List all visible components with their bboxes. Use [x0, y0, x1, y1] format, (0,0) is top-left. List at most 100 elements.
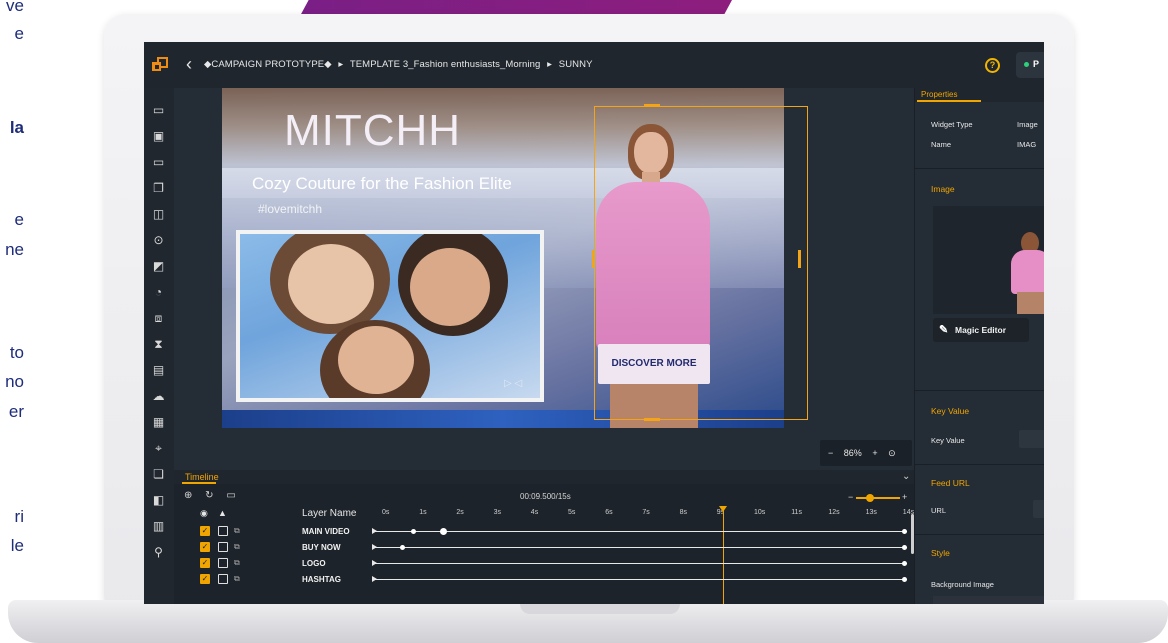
timeline-layer-row[interactable]: ✓ ⧉ BUY NOW: [174, 540, 914, 555]
magic-editor-button[interactable]: ✎ Magic Editor: [933, 318, 1029, 342]
refresh-icon[interactable]: ↻: [205, 490, 213, 501]
video-controls-icon[interactable]: ▷ ◁: [504, 378, 522, 389]
url-input[interactable]: [1033, 500, 1044, 518]
image-section-title: Image: [931, 184, 955, 194]
button-widget-icon[interactable]: ▭: [152, 156, 165, 169]
lock-checkbox[interactable]: [218, 558, 228, 568]
tab-properties[interactable]: Properties: [921, 90, 957, 99]
playhead-handle[interactable]: [718, 506, 727, 512]
visibility-eye-icon[interactable]: ◉: [200, 508, 208, 519]
breadcrumb-variant[interactable]: SUNNY: [559, 59, 593, 70]
layer-name: HASHTAG: [302, 575, 341, 584]
layer-track[interactable]: [372, 579, 907, 580]
zoom-out-button[interactable]: −: [828, 448, 833, 458]
slider-knob[interactable]: [866, 494, 874, 502]
zoom-in-button[interactable]: +: [872, 448, 877, 458]
shape-widget-icon[interactable]: ◩: [152, 260, 165, 273]
brand-logo[interactable]: MITCHH: [284, 106, 461, 156]
timeline-header: ◉ ▲ Layer Name 0s 1s 2s 3s 4s 5s 6s 7s 8s 9s 10s 11…: [174, 508, 914, 522]
keyframe[interactable]: [400, 544, 406, 550]
visibility-checkbox[interactable]: ✓: [200, 574, 210, 584]
layers-widget-icon[interactable]: ❏: [152, 468, 165, 481]
gauge-widget-icon[interactable]: ◔: [152, 286, 165, 299]
visibility-checkbox[interactable]: ✓: [200, 526, 210, 536]
creative-tagline[interactable]: Cozy Couture for the Fashion Elite: [252, 174, 512, 194]
friends-photo: [240, 234, 540, 398]
weather-widget-icon[interactable]: ☁: [152, 390, 165, 403]
hotspot-widget-icon[interactable]: ⊙: [152, 234, 165, 247]
timeline-layer-row[interactable]: ✓ ⧉ LOGO: [174, 556, 914, 571]
keyframe[interactable]: [411, 528, 417, 534]
status-dot-icon: [1024, 62, 1029, 68]
code-widget-icon[interactable]: ⧈: [152, 312, 165, 325]
magic-editor-label: Magic Editor: [955, 325, 1007, 335]
keyframe[interactable]: [440, 527, 448, 535]
side-text-line: to: [9, 343, 24, 362]
add-keyframe-icon[interactable]: ⊕: [184, 490, 192, 501]
layer-track[interactable]: [372, 531, 907, 532]
app-screen: ‹ ◆CAMPAIGN PROTOTYPE◆ ▸ TEMPLATE 3_Fash…: [144, 42, 1044, 604]
visibility-checkbox[interactable]: ✓: [200, 558, 210, 568]
breadcrumb-campaign[interactable]: ◆CAMPAIGN PROTOTYPE◆: [204, 59, 332, 70]
visibility-checkbox[interactable]: ✓: [200, 542, 210, 552]
keyframe[interactable]: [902, 528, 908, 534]
lock-checkbox[interactable]: [218, 542, 228, 552]
lock-checkbox[interactable]: [218, 574, 228, 584]
side-text-line: ve: [6, 0, 24, 15]
calendar-widget-icon[interactable]: ▤: [152, 364, 165, 377]
lock-checkbox[interactable]: [218, 526, 228, 536]
publish-button[interactable]: P: [1016, 52, 1044, 78]
help-icon[interactable]: ?: [985, 58, 1000, 73]
slider-widget-icon[interactable]: ⚲: [152, 546, 165, 559]
back-chevron-icon[interactable]: ‹: [186, 54, 192, 75]
folder-icon[interactable]: ▭: [226, 490, 235, 501]
media-widget-icon[interactable]: ▥: [152, 520, 165, 533]
layer-track[interactable]: [372, 563, 907, 564]
keyframe[interactable]: [902, 560, 908, 566]
video-widget-icon[interactable]: ▭: [152, 104, 165, 117]
location-widget-icon[interactable]: ⌖: [152, 442, 165, 455]
properties-panel: Properties Widget Type Image Name IMAG I…: [914, 88, 1044, 604]
name-value[interactable]: IMAG: [1017, 140, 1036, 149]
zoom-reset-button[interactable]: ⊙: [888, 448, 896, 458]
layer-track[interactable]: [372, 547, 907, 548]
panel-widget-icon[interactable]: ◫: [152, 208, 165, 221]
timeline-layer-row[interactable]: ✓ ⧉ HASHTAG: [174, 572, 914, 587]
breadcrumb-separator-icon: ▸: [547, 59, 553, 70]
face: [338, 326, 414, 394]
main-video-frame[interactable]: ▷ ◁: [236, 230, 544, 402]
timeline-panel: Timeline ⌄ ⊕ ↻ ▭ 00:09.500/15s − + ◉ ▲ L…: [174, 470, 914, 604]
selection-box[interactable]: [594, 106, 808, 420]
keyframe[interactable]: [902, 544, 908, 550]
image-preview[interactable]: [933, 206, 1044, 314]
side-text-line: ri: [14, 507, 24, 526]
link-icon[interactable]: ⧉: [234, 526, 240, 536]
qr-code-widget-icon[interactable]: ▦: [152, 416, 165, 429]
creative-hashtag[interactable]: #lovemitchh: [258, 202, 322, 216]
lock-icon[interactable]: ▲: [218, 508, 227, 518]
resize-handle-right[interactable]: [798, 250, 801, 268]
link-icon[interactable]: ⧉: [234, 574, 240, 584]
link-icon[interactable]: ⧉: [234, 558, 240, 568]
breadcrumb-separator-icon: ▸: [338, 59, 344, 70]
image-widget-icon[interactable]: ▣: [152, 130, 165, 143]
resize-handle-bottom[interactable]: [644, 418, 660, 421]
background-image-dropzone[interactable]: [933, 596, 1044, 604]
collapse-chevron-icon[interactable]: ⌄: [902, 471, 910, 482]
time-tick-label: 13s: [865, 509, 877, 516]
tab-timeline[interactable]: Timeline: [185, 472, 219, 482]
breadcrumb-template[interactable]: TEMPLATE 3_Fashion enthusiasts_Morning: [350, 59, 541, 70]
timeline-zoom-out-icon[interactable]: −: [848, 492, 853, 502]
key-value-label: Key Value: [931, 436, 965, 445]
split-widget-icon[interactable]: ◧: [152, 494, 165, 507]
resize-handle-left[interactable]: [592, 250, 595, 268]
key-value-input[interactable]: [1019, 430, 1044, 448]
time-tick-label: 5s: [568, 509, 576, 516]
link-icon[interactable]: ⧉: [234, 542, 240, 552]
timeline-zoom-in-icon[interactable]: +: [902, 492, 907, 502]
timer-widget-icon[interactable]: ⧗: [152, 338, 165, 351]
timeline-layer-row[interactable]: ✓ ⧉ MAIN VIDEO: [174, 524, 914, 539]
resize-handle-top[interactable]: [644, 104, 660, 107]
gallery-widget-icon[interactable]: ❐: [152, 182, 165, 195]
keyframe[interactable]: [902, 576, 908, 582]
